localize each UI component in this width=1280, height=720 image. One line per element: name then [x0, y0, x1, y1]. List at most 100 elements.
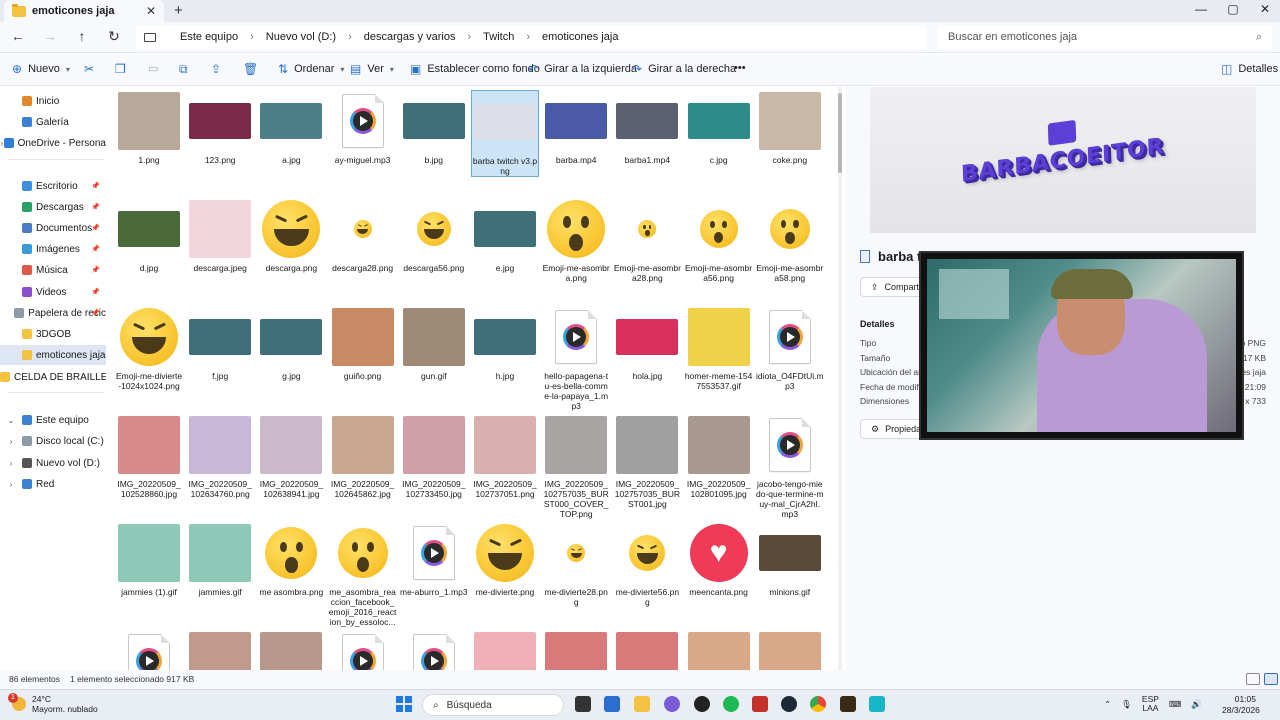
- file-item[interactable]: coke.png: [756, 90, 824, 165]
- start-button[interactable]: [396, 696, 412, 712]
- discord-icon[interactable]: [664, 696, 680, 712]
- sort-button[interactable]: ⇅ Ordenar ▾: [278, 62, 344, 76]
- store-icon[interactable]: [604, 696, 620, 712]
- sidebar-item[interactable]: Imágenes 📌: [0, 239, 106, 259]
- rotate-left-button[interactable]: ↶ Girar a la izquierda: [528, 62, 637, 76]
- chrome-icon[interactable]: [810, 696, 826, 712]
- delete-button[interactable]: 🗑: [243, 62, 258, 76]
- file-item[interactable]: noooooooooooooooooooooooo...: [329, 630, 397, 670]
- file-item[interactable]: IMG_20220509_102638941.jpg: [257, 414, 325, 499]
- streamlabs-icon[interactable]: [752, 696, 768, 712]
- sidebar-item[interactable]: › Disco local (C:): [0, 431, 106, 451]
- file-item[interactable]: descarga.jpeg: [186, 198, 254, 273]
- set-background-button[interactable]: ▣ Establecer como fondo: [410, 62, 540, 76]
- file-item[interactable]: homer-meme-1547553537.gif: [685, 306, 753, 391]
- file-item[interactable]: Emoji-me-divierte-1024x1024.png: [115, 306, 183, 391]
- file-item[interactable]: money_2.mp3: [115, 630, 183, 670]
- sidebar-item[interactable]: › Red: [0, 474, 106, 494]
- file-item[interactable]: Emoji-me-asombra.png: [542, 198, 610, 283]
- file-item[interactable]: f.jpg: [186, 306, 254, 381]
- back-arrow-icon[interactable]: ←: [8, 28, 28, 44]
- sidebar-item[interactable]: ⌄ Este equipo: [0, 410, 106, 430]
- refresh-icon[interactable]: ↻: [104, 28, 124, 45]
- file-item[interactable]: IMG_20220509_102801095.jpg: [685, 414, 753, 499]
- steam-icon[interactable]: [781, 696, 797, 712]
- file-item[interactable]: ♥ meencanta.png: [685, 522, 753, 597]
- file-item[interactable]: IMG_20220509_102528860.jpg: [115, 414, 183, 499]
- file-item[interactable]: payaso (1)1.png: [542, 630, 610, 670]
- new-tab-button[interactable]: +: [174, 2, 183, 19]
- breadcrumb-item[interactable]: Twitch: [483, 31, 514, 43]
- file-item[interactable]: barba twitch v3.png: [471, 90, 539, 177]
- file-item[interactable]: jammies.gif: [186, 522, 254, 597]
- game-icon[interactable]: [840, 696, 856, 712]
- file-item[interactable]: payaso.png: [613, 630, 681, 670]
- up-arrow-icon[interactable]: ↑: [72, 28, 92, 44]
- file-item[interactable]: d.jpg: [115, 198, 183, 273]
- breadcrumb-item[interactable]: Este equipo: [180, 31, 238, 43]
- file-item[interactable]: barba.mp4: [542, 90, 610, 165]
- details-view-button[interactable]: [1246, 673, 1260, 685]
- file-item[interactable]: jacobo-tengo-miedo-que-termine-muy-mal_C…: [756, 414, 824, 519]
- view-button[interactable]: ▤ Ver ▾: [350, 62, 394, 76]
- file-item[interactable]: descarga28.png: [329, 198, 397, 273]
- file-item[interactable]: jammies (1).gif: [115, 522, 183, 597]
- details-pane-button[interactable]: ◫ Detalles: [1221, 62, 1278, 76]
- file-item[interactable]: me-divierte56.png: [613, 522, 681, 607]
- vertical-scrollbar[interactable]: [838, 87, 842, 670]
- rename-button[interactable]: ⧉: [179, 62, 188, 77]
- file-item[interactable]: gun.gif: [400, 306, 468, 381]
- file-item[interactable]: Emoji-me-asombra58.png: [756, 198, 824, 283]
- sidebar-item[interactable]: Inicio: [0, 91, 106, 111]
- tiles-view-button[interactable]: [1264, 673, 1278, 685]
- file-item[interactable]: e.jpg: [471, 198, 539, 273]
- sidebar-item[interactable]: Videos 📌: [0, 282, 106, 302]
- task-view-icon[interactable]: [575, 696, 591, 712]
- file-item[interactable]: minions.gif: [756, 522, 824, 597]
- breadcrumb-item[interactable]: emoticones jaja: [542, 31, 618, 43]
- language-indicator[interactable]: ESP LAA: [1142, 695, 1159, 713]
- tab-emoticones[interactable]: emoticones jaja ✕: [4, 0, 164, 22]
- minimize-button[interactable]: —: [1186, 2, 1216, 16]
- scrollbar-thumb[interactable]: [838, 93, 842, 173]
- sidebar-item[interactable]: Música 📌: [0, 260, 106, 280]
- file-item[interactable]: pet (1).gif: [685, 630, 753, 670]
- sidebar-item[interactable]: › Nuevo vol (D:): [0, 453, 106, 473]
- taskbar-search[interactable]: ⌕ Búsqueda: [422, 694, 564, 716]
- file-item[interactable]: IMG_20220509_102757035_BURST000_COVER_TO…: [542, 414, 610, 519]
- file-item[interactable]: hello-papagena-tu-es-bella-comme-la-papa…: [542, 306, 610, 411]
- chevron-right-icon[interactable]: ›: [0, 459, 22, 468]
- sidebar-item[interactable]: Papelera de recic 📌: [0, 303, 106, 323]
- file-item[interactable]: me asombra.png: [257, 522, 325, 597]
- forward-arrow-icon[interactable]: →: [40, 28, 60, 44]
- file-explorer-icon[interactable]: [634, 696, 650, 712]
- notepad-icon[interactable]: [869, 696, 885, 712]
- cut-button[interactable]: ✂: [84, 62, 94, 76]
- file-item[interactable]: IMG_20220509_102737051.png: [471, 414, 539, 499]
- rotate-right-button[interactable]: ↷ Girar a la derecha: [632, 62, 736, 76]
- chevron-right-icon[interactable]: ›: [0, 437, 22, 446]
- clock[interactable]: 01:05 28/3/2026: [1222, 694, 1260, 716]
- sidebar-item[interactable]: CELDA DE BRAILLE: [0, 367, 106, 387]
- sidebar-item[interactable]: Galería: [0, 112, 106, 132]
- file-item[interactable]: descarga56.png: [400, 198, 468, 273]
- file-item[interactable]: me_asombra_reaccion_facebook_emoji_2016_…: [329, 522, 397, 627]
- sidebar-item[interactable]: 3DGOB: [0, 324, 106, 344]
- close-tab-icon[interactable]: ✕: [146, 4, 156, 18]
- file-item[interactable]: me-aburro_1.mp3: [400, 522, 468, 597]
- new-button[interactable]: ⊕ Nuevo ▾: [12, 62, 70, 76]
- copy-button[interactable]: ❐: [115, 62, 126, 76]
- close-window-button[interactable]: ✕: [1250, 2, 1280, 16]
- network-icon[interactable]: ⌨: [1169, 699, 1181, 710]
- chevron-right-icon[interactable]: ⌄: [0, 416, 22, 425]
- obs-icon[interactable]: [694, 696, 710, 712]
- file-item[interactable]: me-divierte28.png: [542, 522, 610, 607]
- search-input[interactable]: Buscar en emoticones jaja ⌕: [938, 25, 1272, 49]
- file-item[interactable]: descarga.png: [257, 198, 325, 273]
- chevron-up-icon[interactable]: ⌃: [1104, 699, 1111, 710]
- maximize-button[interactable]: ▢: [1218, 2, 1248, 16]
- file-item[interactable]: guiño.png: [329, 306, 397, 381]
- file-item[interactable]: party-parrot.gif: [471, 630, 539, 670]
- paste-button[interactable]: ▭: [148, 62, 158, 75]
- sidebar-item[interactable]: Escritorio 📌: [0, 176, 106, 196]
